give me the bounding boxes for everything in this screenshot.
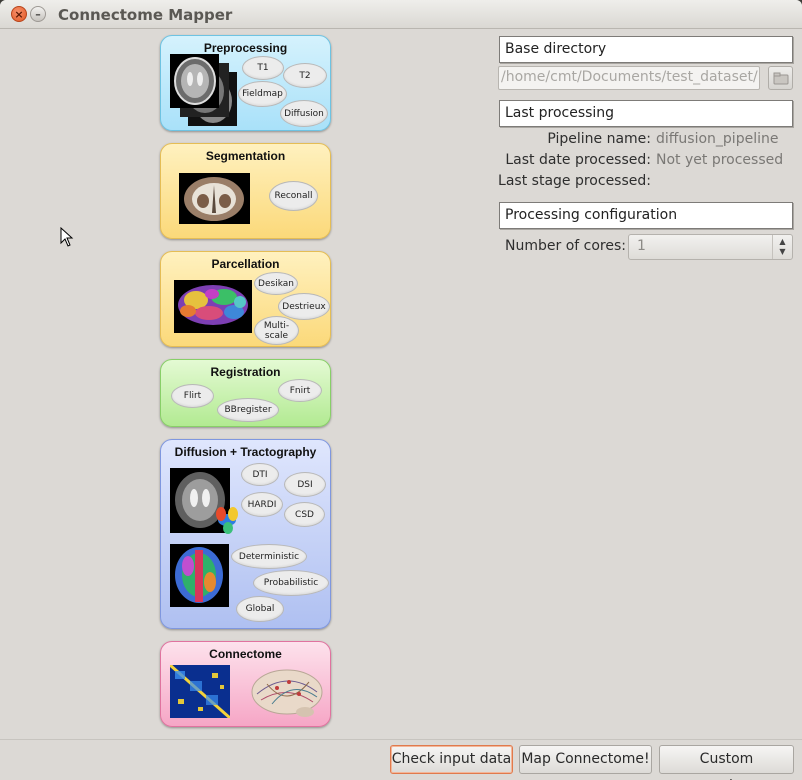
check-input-data-button[interactable]: Check input data: [390, 745, 513, 774]
option-reconall[interactable]: Reconall: [269, 181, 318, 211]
map-connectome-button[interactable]: Map Connectome!: [519, 745, 652, 774]
cores-label: Number of cores:: [505, 238, 626, 254]
mri-slices-image: [170, 54, 237, 126]
stage-segmentation[interactable]: Segmentation Reconall: [160, 143, 331, 239]
stage-diffusion[interactable]: Diffusion + Tractography DTI DSI HARDI C…: [160, 439, 331, 629]
option-destrieux[interactable]: Destrieux: [278, 293, 330, 320]
cores-value: 1: [637, 238, 646, 254]
connectome-brain-image: [247, 664, 327, 724]
option-bbregister[interactable]: BBregister: [217, 398, 279, 422]
pipeline-name-value: diffusion_pipeline: [656, 131, 779, 147]
parcellation-image: [174, 280, 252, 333]
tractography-image: [170, 544, 229, 607]
option-multiscale[interactable]: Multi- scale: [254, 316, 299, 345]
option-hardi[interactable]: HARDI: [241, 492, 283, 517]
custom-mapping-button[interactable]: Custom mapping...: [659, 745, 794, 780]
stage-title: Parcellation: [211, 257, 280, 271]
browse-button[interactable]: [768, 66, 793, 90]
last-processing-header: Last processing: [499, 100, 793, 127]
app-window: × – Connectome Mapper Preprocessing T1 T…: [0, 0, 802, 780]
title-bar: × – Connectome Mapper: [0, 0, 802, 29]
last-date-label: Last date processed:: [505, 152, 651, 168]
window-title: Connectome Mapper: [58, 6, 233, 24]
bottom-separator: [0, 739, 802, 740]
last-date-value: Not yet processed: [656, 152, 784, 168]
spin-arrows-icon[interactable]: ▲ ▼: [772, 235, 792, 259]
option-t1[interactable]: T1: [242, 56, 284, 80]
close-icon[interactable]: ×: [11, 6, 27, 22]
segmentation-image: [179, 173, 250, 224]
folder-icon: [773, 72, 789, 85]
stage-title: Segmentation: [205, 149, 286, 163]
stage-registration[interactable]: Registration Flirt Fnirt BBregister: [160, 359, 331, 427]
option-probabilistic[interactable]: Probabilistic: [253, 570, 329, 596]
option-global[interactable]: Global: [236, 596, 284, 622]
option-flirt[interactable]: Flirt: [171, 384, 214, 408]
option-dsi[interactable]: DSI: [284, 472, 326, 497]
stage-title: Connectome: [209, 647, 282, 661]
cores-spinbox[interactable]: 1 ▲ ▼: [628, 234, 793, 260]
stage-parcellation[interactable]: Parcellation Desikan Destrieux Multi- sc…: [160, 251, 331, 347]
base-directory-field[interactable]: /home/cmt/Documents/test_dataset/: [498, 66, 760, 90]
option-csd[interactable]: CSD: [284, 502, 325, 527]
stage-title: Preprocessing: [203, 41, 288, 55]
stage-preprocessing[interactable]: Preprocessing T1 T2 Fieldmap Diffusion: [160, 35, 331, 131]
option-dti[interactable]: DTI: [241, 463, 279, 486]
option-diffusion[interactable]: Diffusion: [280, 100, 328, 127]
pipeline-name-label: Pipeline name:: [547, 131, 651, 147]
stage-title: Registration: [210, 365, 281, 379]
option-t2[interactable]: T2: [283, 63, 327, 88]
connectivity-matrix-image: [170, 665, 230, 718]
option-fnirt[interactable]: Fnirt: [278, 379, 322, 402]
mouse-pointer-icon: [60, 227, 74, 247]
last-stage-label: Last stage processed:: [498, 173, 651, 189]
option-fieldmap[interactable]: Fieldmap: [238, 81, 287, 107]
minimize-icon[interactable]: –: [30, 6, 46, 22]
option-desikan[interactable]: Desikan: [254, 272, 298, 295]
base-directory-header: Base directory: [499, 36, 793, 63]
option-deterministic[interactable]: Deterministic: [231, 544, 307, 569]
diffusion-image: [170, 468, 242, 540]
stage-connectome[interactable]: Connectome: [160, 641, 331, 727]
processing-config-header: Processing configuration: [499, 202, 793, 229]
stage-title: Diffusion + Tractography: [174, 445, 317, 459]
